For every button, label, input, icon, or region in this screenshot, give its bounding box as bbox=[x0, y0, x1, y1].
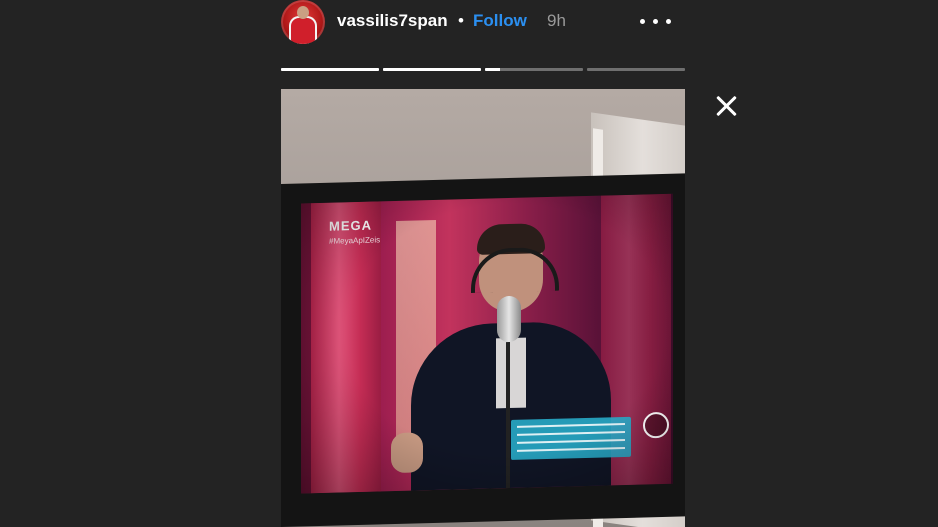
post-time: 9h bbox=[547, 11, 566, 30]
more-dot bbox=[640, 19, 645, 24]
more-options-icon[interactable] bbox=[638, 12, 674, 32]
progress-fill bbox=[485, 68, 500, 71]
microphone-graphic bbox=[497, 295, 521, 343]
progress-segment bbox=[281, 68, 379, 71]
mic-stand-graphic bbox=[506, 342, 510, 493]
follow-button[interactable]: Follow bbox=[473, 11, 527, 31]
hand-graphic bbox=[391, 432, 423, 474]
progress-segment bbox=[383, 68, 481, 71]
tv-channel-hashtag: #MeyaApIZeis bbox=[329, 235, 381, 246]
progress-segment bbox=[587, 68, 685, 71]
tv-channel-logo: MEGA bbox=[329, 217, 372, 234]
avatar-head-graphic bbox=[297, 6, 309, 19]
more-dot bbox=[666, 19, 671, 24]
user-avatar[interactable] bbox=[281, 0, 325, 44]
story-progress-bar bbox=[281, 68, 685, 71]
progress-fill bbox=[281, 68, 379, 71]
story-viewer: vassilis7span • Follow 9h MEGA #MeyaApIZ… bbox=[0, 0, 938, 527]
story-media[interactable]: MEGA #MeyaApIZeis bbox=[281, 89, 685, 527]
caption-line bbox=[517, 446, 625, 452]
tv-caption-box bbox=[511, 416, 631, 460]
username-link[interactable]: vassilis7span bbox=[337, 11, 448, 31]
caption-line bbox=[517, 422, 625, 428]
caption-line bbox=[517, 438, 625, 444]
more-dot bbox=[653, 19, 658, 24]
tv-screen: MEGA #MeyaApIZeis bbox=[301, 193, 673, 494]
television: MEGA #MeyaApIZeis bbox=[281, 173, 685, 527]
progress-fill bbox=[383, 68, 481, 71]
singer-shirt bbox=[496, 337, 526, 409]
progress-segment bbox=[485, 68, 583, 71]
story-header: vassilis7span • Follow 9h bbox=[281, 0, 685, 44]
caption-line bbox=[517, 430, 625, 436]
close-icon[interactable] bbox=[710, 90, 742, 122]
avatar-shirt-graphic bbox=[291, 18, 315, 44]
header-separator: • bbox=[458, 11, 464, 30]
